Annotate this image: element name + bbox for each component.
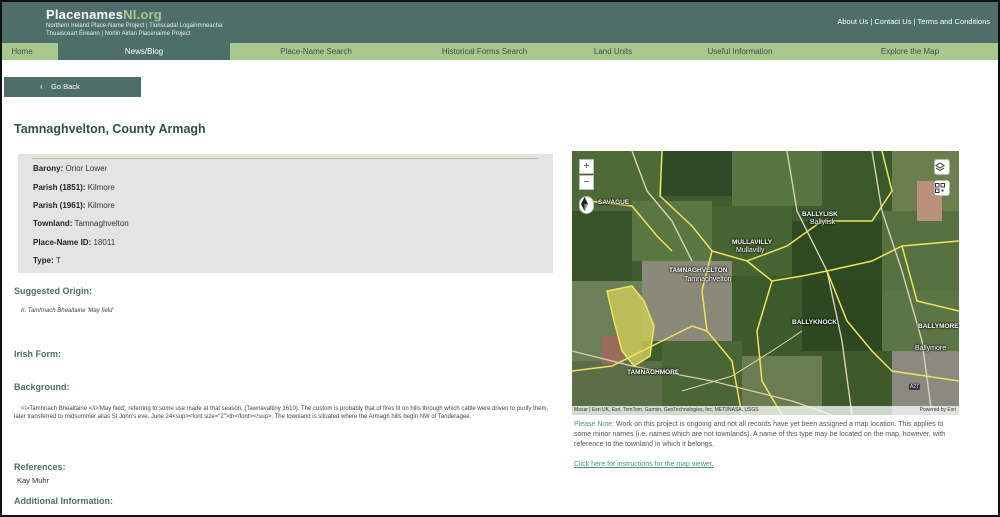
map-label-ballylisk-sub: Ballylisk xyxy=(810,219,836,226)
background-text: <i>Tamhnach Bhealtaine </i>'May field', … xyxy=(14,406,549,420)
map-label-ballymore-sub: Ballymore xyxy=(915,345,947,352)
map-label-mullavilly: MULLAVILLY xyxy=(732,239,773,246)
irish-form-heading: Irish Form: xyxy=(14,349,62,359)
nav-useful-information[interactable]: Useful Information xyxy=(687,43,793,60)
chevron-left-icon: ‹ xyxy=(40,82,43,91)
contact-us-link[interactable]: Contact Us xyxy=(874,17,911,26)
zoom-out-button[interactable]: − xyxy=(579,175,594,190)
map-label-mullavilly-sub: Mullavilly xyxy=(736,247,765,254)
nav-place-name-search[interactable]: Place-Name Search xyxy=(252,43,380,60)
barony-label: Barony: xyxy=(33,164,64,173)
barony-value: Orior Lower xyxy=(65,164,108,173)
map-label-ballylisk: BALLYLISK xyxy=(802,211,838,218)
barony-row: Barony: Orior Lower xyxy=(33,164,107,173)
townland-label: Townland: xyxy=(33,219,73,228)
site-logo[interactable]: PlacenamesNI.org Northern Ireland Place-… xyxy=(46,7,222,38)
layers-icon[interactable] xyxy=(934,159,950,175)
site-header: PlacenamesNI.org Northern Ireland Place-… xyxy=(2,2,998,43)
logo-subtitle-2: Thuaisceart Éireann | Norlin Airlan Plac… xyxy=(46,31,191,37)
logo-title: PlacenamesNI.org xyxy=(46,7,162,22)
map-note-label: Please Note: xyxy=(574,421,615,428)
parish-1961-value: Kilmore xyxy=(87,201,115,210)
map-label-ballyknock: BALLYKNOCK xyxy=(792,319,837,326)
nav-home[interactable]: Home xyxy=(2,43,42,60)
map-label-ballymore: BALLYMORE xyxy=(918,323,959,330)
page-title: Tamnaghvelton, County Armagh xyxy=(14,122,206,136)
place-name-id-value: 18011 xyxy=(93,238,116,247)
parish-1851-value: Kilmore xyxy=(87,183,115,192)
go-back-button[interactable]: ‹ Go Back xyxy=(4,77,141,97)
map-label-savague: SAVAGUE xyxy=(598,199,630,206)
map-label-tamnaghvelton-sub: Tamnaghvelton xyxy=(684,276,732,283)
townland-row: Townland: Tamnaghvelton xyxy=(33,219,129,228)
map-attribution-text: Maxar | Esri UK, Esri, TomTom, Garmin, G… xyxy=(574,407,759,413)
go-back-label: Go Back xyxy=(51,82,80,91)
additional-info-heading: Additional Information: xyxy=(14,496,113,506)
type-label: Type: xyxy=(33,256,54,265)
map-attribution: Maxar | Esri UK, Esri, TomTom, Garmin, G… xyxy=(572,406,959,415)
references-heading: References: xyxy=(14,462,66,472)
suggested-origin-text: Ir. Tamhnach Bhealtaine 'May field' xyxy=(21,308,114,314)
nav-historical-forms-search[interactable]: Historical Forms Search xyxy=(417,43,552,60)
logo-subtitle-1: Northern Ireland Place-Name Project | Ti… xyxy=(46,23,223,29)
place-name-id-row: Place-Name ID: 18011 xyxy=(33,238,115,247)
parish-1851-label: Parish (1851): xyxy=(33,183,86,192)
place-info-box: Barony: Orior Lower Parish (1851): Kilmo… xyxy=(18,154,553,273)
type-row: Type: T xyxy=(33,256,61,265)
info-divider xyxy=(32,158,538,159)
nav-land-units[interactable]: Land Units xyxy=(577,43,649,60)
nav-news-blog[interactable]: News/Blog xyxy=(58,43,230,60)
map-label-tamnaghvelton: TAMNAGHVELTON xyxy=(669,267,728,274)
parish-1961-row: Parish (1961): Kilmore xyxy=(33,201,115,210)
parish-1961-label: Parish (1961): xyxy=(33,201,86,210)
background-heading: Background: xyxy=(14,382,70,392)
map-label-tamnaghmore: TAMNAGHMORE xyxy=(627,369,680,376)
about-us-link[interactable]: About Us xyxy=(837,17,868,26)
zoom-in-button[interactable]: + xyxy=(579,159,594,174)
type-value: T xyxy=(55,256,61,265)
main-nav: Home News/Blog Place-Name Search Histori… xyxy=(2,43,998,60)
qr-code-icon[interactable] xyxy=(934,180,950,196)
terms-link[interactable]: Terms and Conditions xyxy=(917,17,990,26)
powered-by-esri[interactable]: Powered by Esri xyxy=(920,406,956,415)
townland-value: Tamnaghvelton xyxy=(74,219,129,228)
map-note: Please Note: Work on this project is ong… xyxy=(574,420,959,450)
map-instructions-link[interactable]: Click here for instructions for the map … xyxy=(574,461,714,468)
map-label-road: A27 xyxy=(909,384,920,390)
references-text: Kay Muhr xyxy=(17,476,50,485)
page-frame: PlacenamesNI.org Northern Ireland Place-… xyxy=(0,0,1000,517)
suggested-origin-heading: Suggested Origin: xyxy=(14,286,93,296)
map-viewer[interactable]: + − SAVAGUE BALLYLISK Ballylisk MULLAVIL… xyxy=(572,151,959,415)
top-links: About Us | Contact Us | Terms and Condit… xyxy=(837,17,990,26)
compass-icon[interactable] xyxy=(579,196,594,214)
nav-explore-map[interactable]: Explore the Map xyxy=(857,43,963,60)
map-note-text: Work on this project is ongoing and not … xyxy=(574,421,946,448)
parish-1851-row: Parish (1851): Kilmore xyxy=(33,183,115,192)
place-name-id-label: Place-Name ID: xyxy=(33,238,92,247)
